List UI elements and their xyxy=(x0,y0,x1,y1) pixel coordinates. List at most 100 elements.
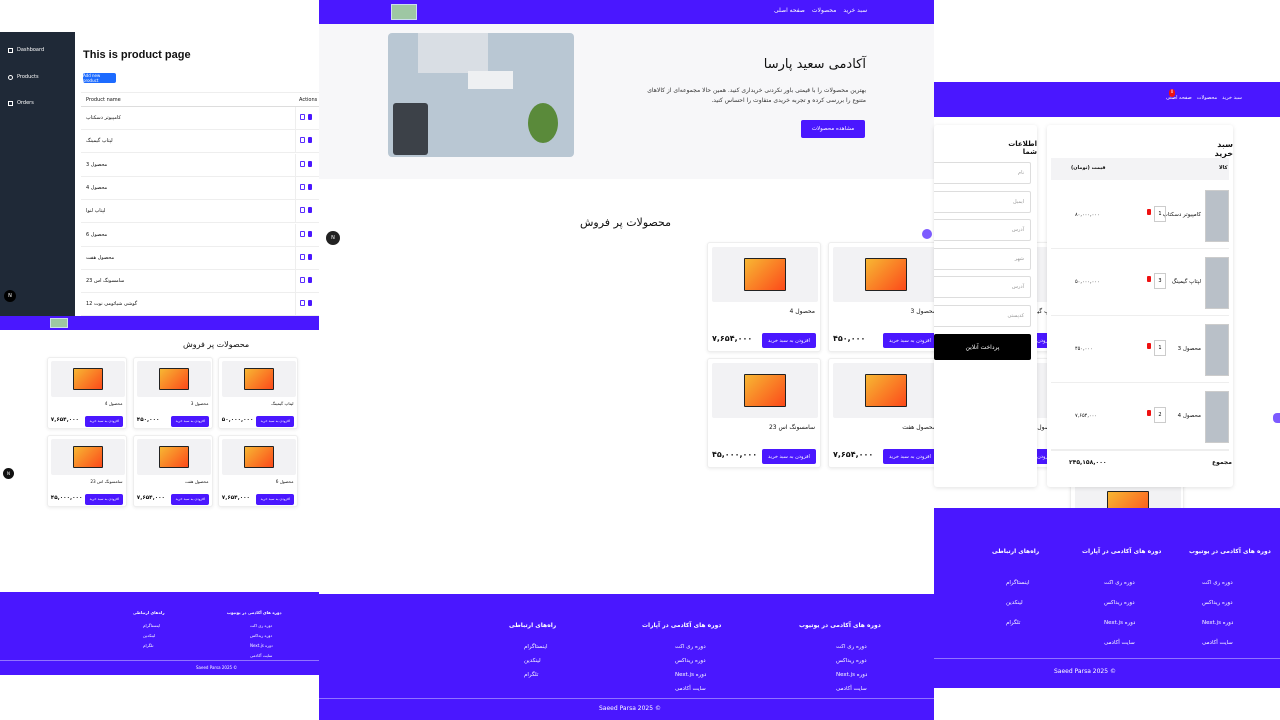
trash-icon[interactable] xyxy=(308,277,312,284)
footer-link[interactable]: سایت آکادمی xyxy=(836,686,867,692)
footer-link[interactable]: دوره ری اکت xyxy=(250,623,272,628)
add-to-cart-button[interactable]: افزودن به سبد خرید xyxy=(762,449,816,464)
nav-products-link[interactable]: محصولات xyxy=(812,7,836,14)
footer-link[interactable]: دوره Next.js xyxy=(675,672,706,678)
add-to-cart-button[interactable]: افزودن به سبد خرید xyxy=(256,494,295,505)
add-to-cart-button[interactable]: افزودن به سبد خرید xyxy=(883,333,937,348)
footer-link[interactable]: سایت آکادمی xyxy=(675,686,706,692)
footer-link[interactable]: دوره Next.js xyxy=(1104,620,1135,626)
pay-button[interactable]: پرداخت آنلاین xyxy=(934,334,1031,360)
footer-link[interactable]: سایت آکادمی xyxy=(1202,640,1233,646)
footer-link[interactable]: دوره ری اکت xyxy=(1104,580,1135,586)
chat-badge-right[interactable] xyxy=(922,229,932,239)
nav-products-link[interactable]: محصولات xyxy=(1197,95,1217,101)
logo[interactable] xyxy=(50,318,68,328)
footer-link[interactable]: تلگرام xyxy=(143,643,153,648)
edit-icon[interactable] xyxy=(300,230,305,237)
form-field[interactable]: آدرس xyxy=(934,219,1031,241)
trash-icon[interactable] xyxy=(308,183,312,190)
trash-icon[interactable] xyxy=(1147,343,1151,349)
footer-link[interactable]: دوره ریداکس xyxy=(675,658,706,664)
product-card[interactable]: محصول 3 ۴۵۰,۰۰۰ افزودن به سبد خرید xyxy=(133,357,213,429)
edit-icon[interactable] xyxy=(300,183,305,190)
edit-icon[interactable] xyxy=(300,137,305,144)
product-card[interactable]: محصول 3 ۴۵۰,۰۰۰ افزودن به سبد خرید xyxy=(828,242,942,352)
add-to-cart-button[interactable]: افزودن به سبد خرید xyxy=(85,494,124,505)
footer-link[interactable]: دوره ری اکت xyxy=(836,644,867,650)
trash-icon[interactable] xyxy=(308,253,312,260)
footer-link[interactable]: دوره ری اکت xyxy=(1202,580,1233,586)
chat-badge-left[interactable]: N xyxy=(326,231,340,245)
trash-icon[interactable] xyxy=(308,207,312,214)
edit-icon[interactable] xyxy=(300,114,305,120)
trash-icon[interactable] xyxy=(308,300,312,307)
avatar[interactable]: N xyxy=(4,290,16,302)
footer-link[interactable]: لینکدین xyxy=(1006,600,1023,606)
quantity-stepper[interactable]: 1 xyxy=(1154,340,1166,356)
add-to-cart-button[interactable]: افزودن به سبد خرید xyxy=(171,416,210,427)
form-field[interactable]: آدرس xyxy=(934,276,1031,298)
trash-icon[interactable] xyxy=(308,137,312,144)
footer-link[interactable]: دوره Next.js xyxy=(250,643,273,648)
edit-icon[interactable] xyxy=(300,277,305,284)
view-products-button[interactable]: مشاهده محصولات xyxy=(801,120,865,138)
footer-link[interactable]: اینستاگرام xyxy=(524,644,548,650)
quantity-stepper[interactable]: 3 xyxy=(1154,273,1166,289)
edit-icon[interactable] xyxy=(300,253,305,260)
add-to-cart-button[interactable]: افزودن به سبد خرید xyxy=(762,333,816,348)
footer-link[interactable]: دوره ریداکس xyxy=(1202,600,1233,606)
form-field[interactable]: کدپستی xyxy=(934,304,1031,327)
footer-link[interactable]: دوره Next.js xyxy=(836,672,867,678)
product-card[interactable]: محصول 4 ۷,۶۵۴,۰۰۰ افزودن به سبد خرید xyxy=(47,357,127,429)
product-card[interactable]: سامسونگ اس 23 ۴۵,۰۰۰,۰۰۰ افزودن به سبد خری… xyxy=(707,358,821,468)
form-field[interactable]: ایمیل xyxy=(934,190,1031,213)
footer-link[interactable]: اینستاگرام xyxy=(1006,580,1030,586)
footer-link[interactable]: تلگرام xyxy=(1006,620,1020,626)
footer-link[interactable]: دوره Next.js xyxy=(1202,620,1233,626)
add-product-button[interactable]: Add new product xyxy=(83,73,116,83)
footer-link[interactable]: دوره ریداکس xyxy=(250,633,272,638)
product-card[interactable]: سامسونگ اس 23 ۴۵,۰۰۰,۰۰۰ افزودن به سبد خری… xyxy=(47,435,127,507)
footer-link[interactable]: لینکدین xyxy=(143,633,155,638)
left-side-badge[interactable]: N xyxy=(3,468,14,479)
product-card[interactable]: محصول هفت ۷,۶۵۴,۰۰۰ افزودن به سبد خرید xyxy=(828,358,942,468)
right-side-badge[interactable] xyxy=(1273,413,1280,423)
trash-icon[interactable] xyxy=(1147,276,1151,282)
add-to-cart-button[interactable]: افزودن به سبد خرید xyxy=(883,449,937,464)
product-card[interactable]: لپتاپ گیمینگ ۵۰,۰۰۰,۰۰۰افزودن به سبد خرید xyxy=(218,357,298,429)
sidebar-item-dashboard[interactable]: Dashboard xyxy=(8,47,44,53)
footer-link[interactable]: لینکدین xyxy=(524,658,541,664)
sidebar-item-products[interactable]: Products xyxy=(8,74,39,80)
footer-link[interactable]: تلگرام xyxy=(524,672,538,678)
edit-icon[interactable] xyxy=(300,207,305,214)
trash-icon[interactable] xyxy=(1147,410,1151,416)
edit-icon[interactable] xyxy=(300,300,305,307)
nav-cart-link[interactable]: سبد خرید xyxy=(1222,95,1242,101)
nav-cart-link[interactable]: سبد خرید xyxy=(843,7,867,14)
footer-link[interactable]: دوره ری اکت xyxy=(675,644,706,650)
footer-link[interactable]: دوره ریداکس xyxy=(836,658,867,664)
form-field[interactable]: شهر xyxy=(934,247,1031,270)
logo[interactable] xyxy=(391,4,417,20)
sidebar-item-orders[interactable]: Orders xyxy=(8,100,34,106)
footer-link[interactable]: اینستاگرام xyxy=(143,623,160,628)
quantity-stepper[interactable]: 2 xyxy=(1154,407,1166,423)
trash-icon[interactable] xyxy=(308,160,312,167)
form-field[interactable]: نام xyxy=(934,162,1031,184)
edit-icon[interactable] xyxy=(300,160,305,167)
add-to-cart-button[interactable]: افزودن به سبد خرید xyxy=(256,416,295,427)
trash-icon[interactable] xyxy=(308,114,312,120)
add-to-cart-button[interactable]: افزودن به سبد خرید xyxy=(85,416,124,427)
product-card[interactable]: محصول هفت ۷,۶۵۴,۰۰۰ افزودن به سبد خرید xyxy=(133,435,213,507)
product-card[interactable]: محصول 4 ۷,۶۵۴,۰۰۰ افزودن به سبد خرید xyxy=(707,242,821,352)
add-to-cart-button[interactable]: افزودن به سبد خرید xyxy=(171,494,210,505)
footer-link[interactable]: سایت آکادمی xyxy=(1104,640,1135,646)
product-card[interactable]: محصول 6 ۷,۶۵۴,۰۰۰ افزودن به سبد خرید xyxy=(218,435,298,507)
table-row: کامپیوتر دسکتاپ xyxy=(81,107,319,130)
trash-icon[interactable] xyxy=(1147,209,1151,215)
quantity-stepper[interactable]: 1 xyxy=(1154,206,1166,222)
nav-home-link[interactable]: صفحه اصلی xyxy=(774,7,805,14)
footer-link[interactable]: سایت آکادمی xyxy=(250,653,272,658)
footer-link[interactable]: دوره ریداکس xyxy=(1104,600,1135,606)
trash-icon[interactable] xyxy=(308,230,312,237)
